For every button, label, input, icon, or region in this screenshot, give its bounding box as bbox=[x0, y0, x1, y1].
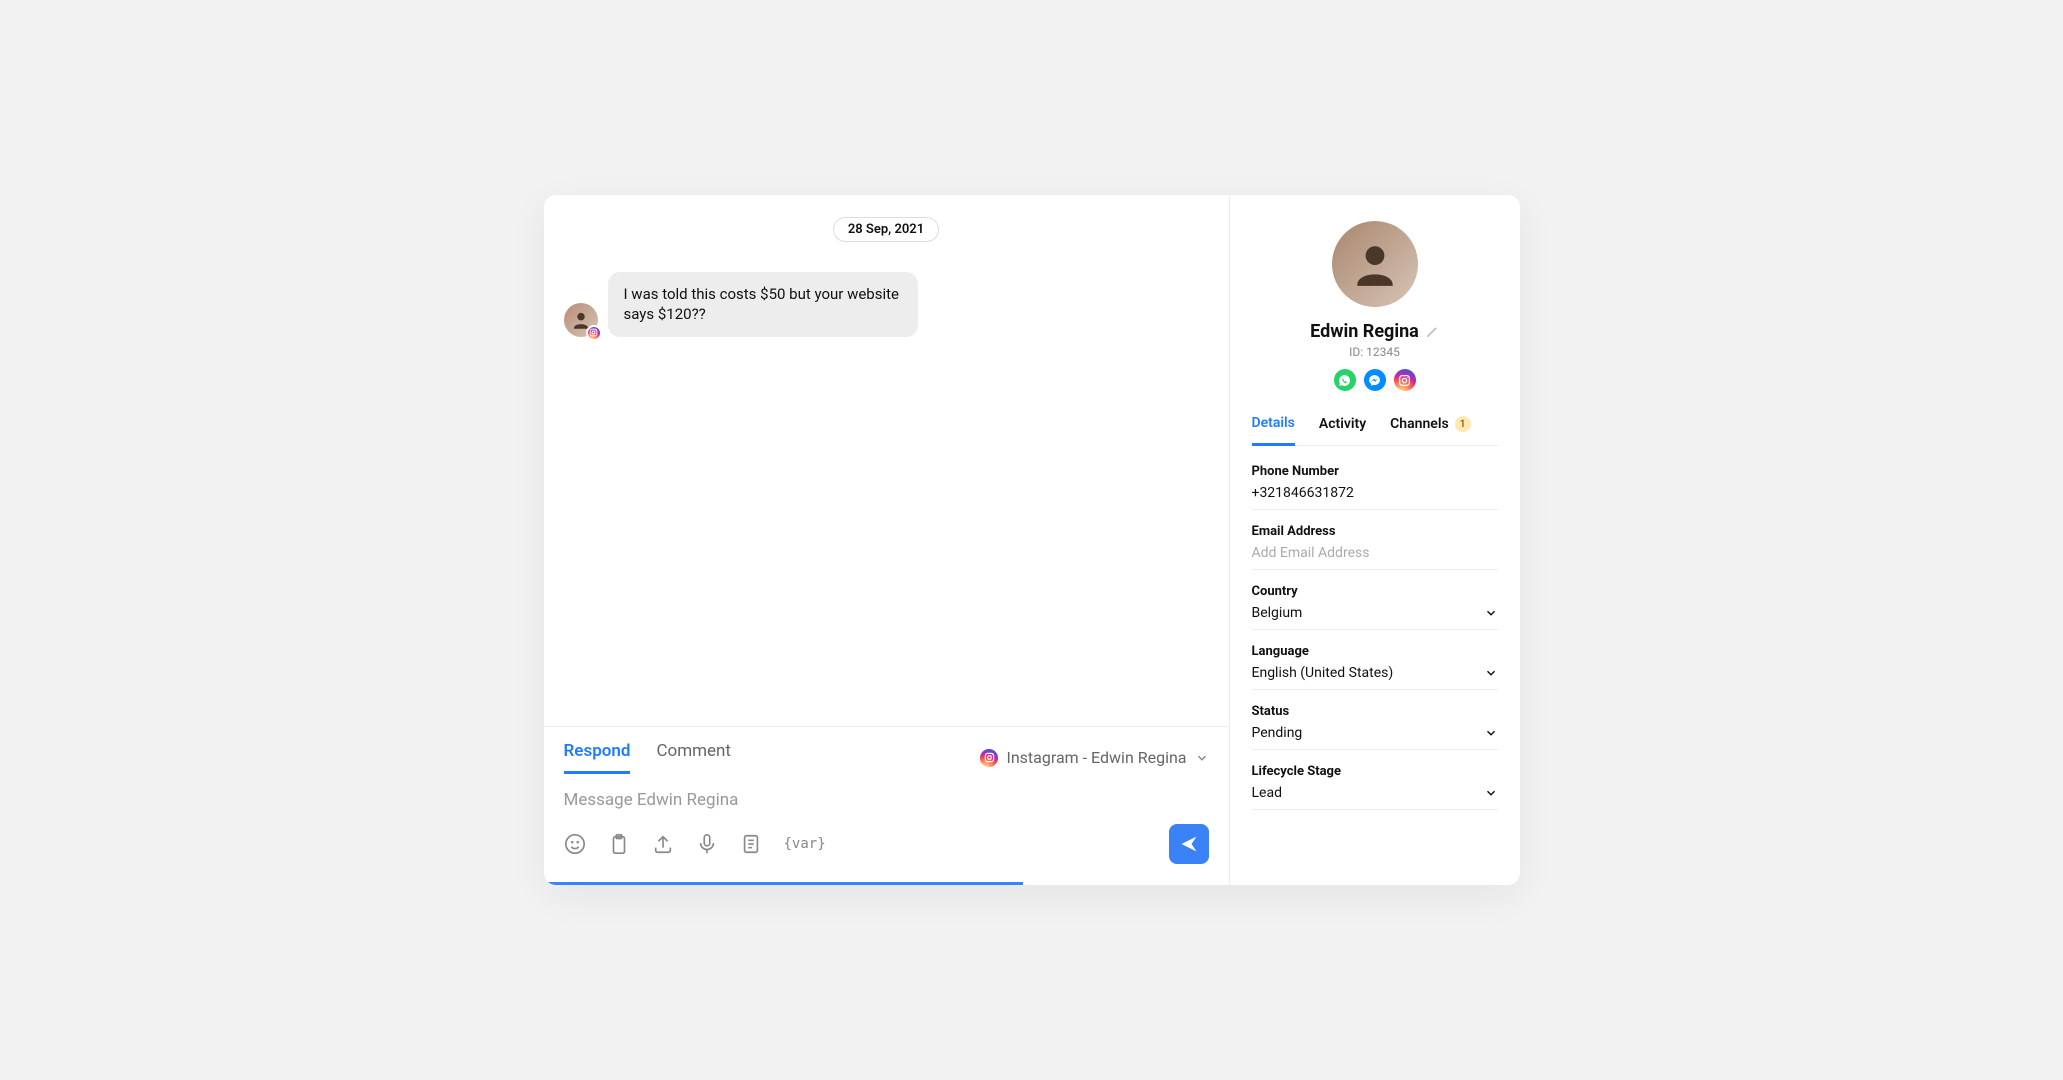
channel-picker-label: Instagram - Edwin Regina bbox=[1006, 748, 1186, 767]
whatsapp-icon[interactable] bbox=[1334, 369, 1356, 391]
person-silhouette-icon bbox=[1350, 239, 1400, 289]
contact-fields: Phone Number +321846631872 Email Address… bbox=[1252, 464, 1498, 810]
field-country: Country Belgium bbox=[1252, 584, 1498, 630]
tab-comment[interactable]: Comment bbox=[656, 741, 731, 774]
clipboard-icon[interactable] bbox=[608, 833, 630, 855]
tab-activity[interactable]: Activity bbox=[1319, 415, 1366, 445]
message-bubble: I was told this costs $50 but your websi… bbox=[608, 272, 918, 337]
snippet-icon[interactable] bbox=[740, 833, 762, 855]
instagram-badge-icon bbox=[586, 325, 602, 341]
pencil-icon bbox=[1425, 325, 1439, 339]
instagram-icon bbox=[980, 749, 998, 767]
contact-id: ID: 12345 bbox=[1349, 345, 1400, 359]
chat-body: 28 Sep, 2021 I was told this costs $50 b… bbox=[544, 195, 1229, 726]
tab-channels[interactable]: Channels 1 bbox=[1390, 415, 1471, 445]
contact-profile: Edwin Regina ID: 12345 bbox=[1252, 221, 1498, 391]
field-label: Phone Number bbox=[1252, 464, 1498, 479]
contact-channels bbox=[1334, 369, 1416, 391]
field-email: Email Address Add Email Address bbox=[1252, 524, 1498, 570]
field-label: Status bbox=[1252, 704, 1498, 719]
language-select[interactable]: English (United States) bbox=[1252, 665, 1498, 681]
contact-avatar[interactable] bbox=[1332, 221, 1418, 307]
field-phone: Phone Number +321846631872 bbox=[1252, 464, 1498, 510]
tab-details[interactable]: Details bbox=[1252, 415, 1295, 446]
chevron-down-icon bbox=[1484, 786, 1498, 800]
composer: Respond Comment Instagram - Edwin Regina… bbox=[544, 726, 1229, 885]
field-label: Email Address bbox=[1252, 524, 1498, 539]
field-value: Belgium bbox=[1252, 605, 1303, 621]
date-chip: 28 Sep, 2021 bbox=[833, 217, 939, 242]
upload-icon[interactable] bbox=[652, 833, 674, 855]
tab-respond[interactable]: Respond bbox=[564, 741, 631, 774]
message-row: I was told this costs $50 but your websi… bbox=[564, 272, 1209, 337]
message-avatar[interactable] bbox=[564, 303, 598, 337]
chevron-down-icon bbox=[1484, 726, 1498, 740]
send-button[interactable] bbox=[1169, 824, 1209, 864]
contact-name-row: Edwin Regina bbox=[1310, 321, 1439, 342]
messenger-icon[interactable] bbox=[1364, 369, 1386, 391]
variable-icon[interactable]: {var} bbox=[784, 836, 826, 852]
field-value: Pending bbox=[1252, 725, 1303, 741]
chevron-down-icon bbox=[1484, 606, 1498, 620]
contact-panel: Edwin Regina ID: 12345 D bbox=[1230, 195, 1520, 885]
status-select[interactable]: Pending bbox=[1252, 725, 1498, 741]
field-lifecycle: Lifecycle Stage Lead bbox=[1252, 764, 1498, 810]
lifecycle-select[interactable]: Lead bbox=[1252, 785, 1498, 801]
composer-tabs: Respond Comment bbox=[564, 741, 731, 774]
field-value: Lead bbox=[1252, 785, 1282, 801]
field-status: Status Pending bbox=[1252, 704, 1498, 750]
send-icon bbox=[1179, 834, 1199, 854]
chevron-down-icon bbox=[1195, 751, 1209, 765]
chevron-down-icon bbox=[1484, 666, 1498, 680]
field-value: English (United States) bbox=[1252, 665, 1394, 681]
side-tabs: Details Activity Channels 1 bbox=[1252, 415, 1498, 446]
message-input[interactable]: Message Edwin Regina bbox=[544, 774, 1229, 816]
edit-name-button[interactable] bbox=[1425, 325, 1439, 339]
country-select[interactable]: Belgium bbox=[1252, 605, 1498, 621]
field-label: Lifecycle Stage bbox=[1252, 764, 1498, 779]
field-language: Language English (United States) bbox=[1252, 644, 1498, 690]
emoji-icon[interactable] bbox=[564, 833, 586, 855]
field-value[interactable]: +321846631872 bbox=[1252, 485, 1354, 501]
field-label: Language bbox=[1252, 644, 1498, 659]
chat-column: 28 Sep, 2021 I was told this costs $50 b… bbox=[544, 195, 1230, 885]
field-label: Country bbox=[1252, 584, 1498, 599]
contact-name: Edwin Regina bbox=[1310, 321, 1419, 342]
field-placeholder[interactable]: Add Email Address bbox=[1252, 545, 1370, 561]
instagram-icon[interactable] bbox=[1394, 369, 1416, 391]
channel-picker[interactable]: Instagram - Edwin Regina bbox=[980, 748, 1208, 767]
app-window: 28 Sep, 2021 I was told this costs $50 b… bbox=[544, 195, 1520, 885]
composer-toolbar: {var} bbox=[544, 816, 1229, 882]
channels-badge: 1 bbox=[1455, 416, 1471, 432]
toolbar-left: {var} bbox=[564, 833, 826, 855]
microphone-icon[interactable] bbox=[696, 833, 718, 855]
progress-bar bbox=[544, 882, 1024, 885]
tab-channels-label: Channels bbox=[1390, 416, 1449, 432]
composer-tabs-row: Respond Comment Instagram - Edwin Regina bbox=[544, 727, 1229, 774]
